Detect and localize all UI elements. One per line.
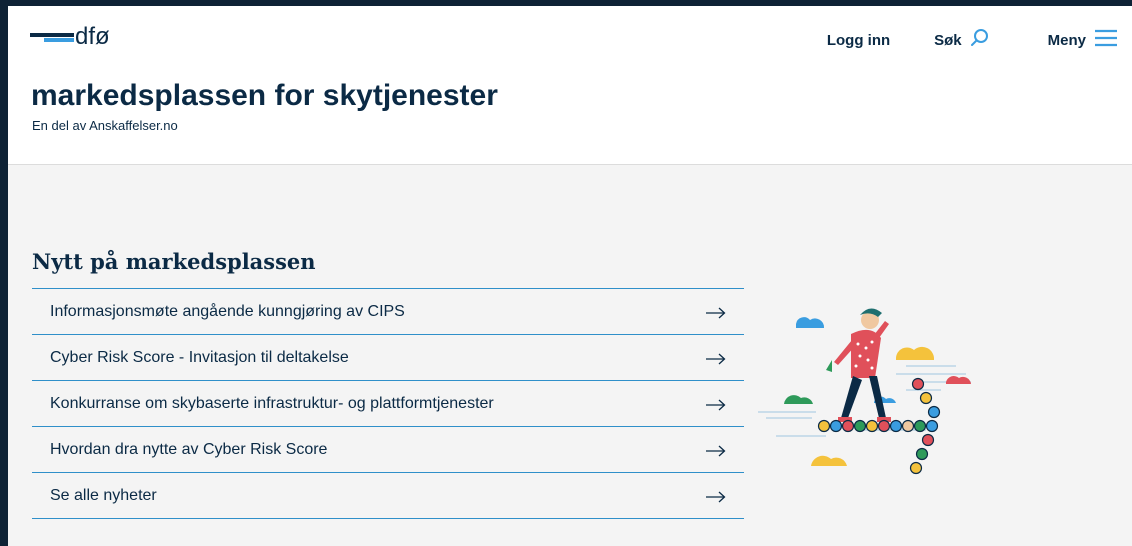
menu-icon <box>1094 29 1118 51</box>
logo-bars-icon <box>30 27 74 47</box>
search-icon <box>970 28 990 52</box>
logo-text: dfø <box>75 23 110 50</box>
login-link[interactable]: Logg inn <box>827 32 890 49</box>
site-header: dfø Logg inn Søk Meny markedsplassen for… <box>8 6 1132 165</box>
news-item-label: Informasjonsmøte angående kunngjøring av… <box>50 302 405 320</box>
news-item-cyber-risk-invitation[interactable]: Cyber Risk Score - Invitasjon til deltak… <box>32 335 744 381</box>
news-item-cyber-risk-howto[interactable]: Hvordan dra nytte av Cyber Risk Score <box>32 427 744 473</box>
news-item-label: Konkurranse om skybaserte infrastruktur-… <box>50 394 494 412</box>
news-item-label: Se alle nyheter <box>50 486 157 504</box>
menu-label: Meny <box>1047 31 1086 49</box>
news-item-label: Cyber Risk Score - Invitasjon til deltak… <box>50 348 349 366</box>
news-item-cips-meeting[interactable]: Informasjonsmøte angående kunngjøring av… <box>32 289 744 335</box>
site-title: markedsplassen for skytjenester <box>31 79 498 112</box>
arrow-right-icon <box>706 444 726 456</box>
news-list: Informasjonsmøte angående kunngjøring av… <box>32 288 744 519</box>
arrow-right-icon <box>706 352 726 364</box>
news-section: Nytt på markedsplassen Informasjonsmøte … <box>32 247 744 519</box>
illustration-person-on-clouds <box>756 296 976 476</box>
news-item-cloud-competition[interactable]: Konkurranse om skybaserte infrastruktur-… <box>32 381 744 427</box>
site-subtitle: En del av Anskaffelser.no <box>32 118 178 133</box>
news-item-see-all[interactable]: Se alle nyheter <box>32 473 744 519</box>
arrow-right-icon <box>706 398 726 410</box>
top-navigation: Logg inn Søk Meny <box>827 28 1118 52</box>
menu-button[interactable]: Meny <box>1048 29 1118 51</box>
login-label: Logg inn <box>826 31 891 49</box>
arrow-right-icon <box>706 490 726 502</box>
news-heading: Nytt på markedsplassen <box>32 249 316 274</box>
page: dfø Logg inn Søk Meny markedsplassen for… <box>8 6 1132 546</box>
dfo-logo[interactable]: dfø <box>30 25 110 49</box>
news-item-label: Hvordan dra nytte av Cyber Risk Score <box>50 440 328 458</box>
search-button[interactable]: Søk <box>934 28 990 52</box>
arrow-right-icon <box>706 306 726 318</box>
search-label: Søk <box>934 31 962 49</box>
